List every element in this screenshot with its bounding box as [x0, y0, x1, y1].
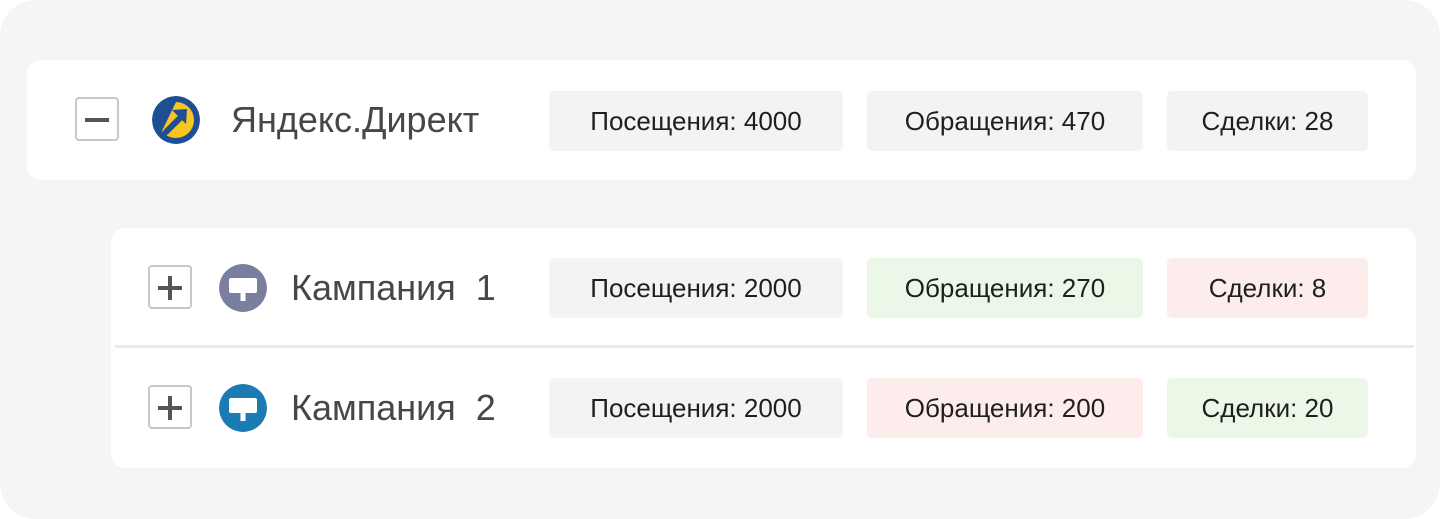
expand-toggle-button[interactable]: [148, 265, 192, 309]
minus-icon: [85, 118, 109, 122]
campaign-signboard-icon: [219, 264, 267, 312]
campaign-row[interactable]: Кампания 1 Посещения: 2000 Обращения: 27…: [111, 228, 1416, 348]
campaign-signboard-icon: [219, 384, 267, 432]
expand-toggle-button[interactable]: [148, 385, 192, 429]
deals-metric-badge: Сделки: 20: [1167, 378, 1368, 438]
campaign-row[interactable]: Кампания 2 Посещения: 2000 Обращения: 20…: [111, 348, 1416, 468]
source-card: Яндекс.Директ Посещения: 4000 Обращения:…: [27, 60, 1416, 180]
requests-metric-badge: Обращения: 270: [867, 258, 1143, 318]
requests-metric-badge: Обращения: 470: [867, 91, 1143, 151]
requests-metric-badge: Обращения: 200: [867, 378, 1143, 438]
deals-metric-badge: Сделки: 8: [1167, 258, 1368, 318]
visits-metric-badge: Посещения: 2000: [549, 258, 843, 318]
deals-metric-badge: Сделки: 28: [1167, 91, 1368, 151]
campaigns-card: Кампания 1 Посещения: 2000 Обращения: 27…: [111, 228, 1416, 468]
source-title: Яндекс.Директ: [231, 99, 480, 140]
campaign-title: Кампания 1: [291, 267, 496, 308]
visits-metric-badge: Посещения: 4000: [549, 91, 843, 151]
campaign-title: Кампания 2: [291, 387, 496, 428]
collapse-toggle-button[interactable]: [75, 97, 119, 141]
visits-metric-badge: Посещения: 2000: [549, 378, 843, 438]
report-panel: Яндекс.Директ Посещения: 4000 Обращения:…: [0, 0, 1440, 519]
source-row[interactable]: Яндекс.Директ Посещения: 4000 Обращения:…: [27, 60, 1416, 180]
yandex-direct-logo-icon: [152, 96, 200, 144]
